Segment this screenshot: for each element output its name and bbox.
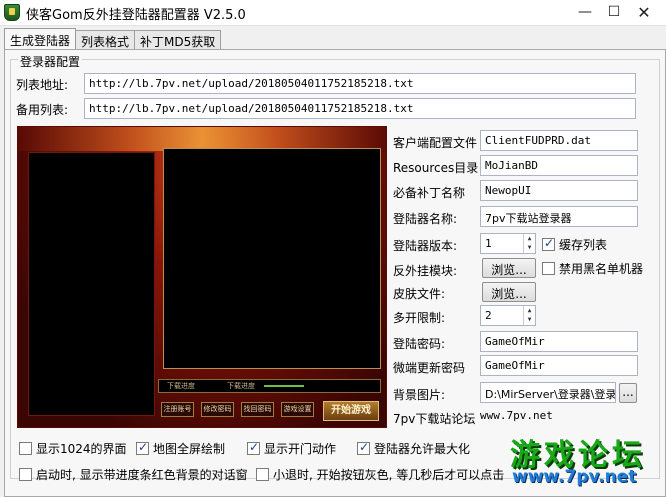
cache-list-check-icon (542, 236, 555, 251)
forum-label: 7pv下载站论坛 (393, 412, 476, 426)
list-url-input[interactable]: http://lb.7pv.net/upload/201805040117521… (84, 73, 636, 94)
cache-list-checkbox[interactable]: 缓存列表 (542, 236, 607, 253)
preview-settings-button[interactable]: 游戏设置 (281, 402, 314, 417)
tab-list-format[interactable]: 列表格式 (75, 30, 136, 49)
option-label: 显示1024的界面 (36, 442, 127, 456)
checkbox-icon (256, 468, 269, 481)
checkbox-icon (247, 440, 260, 455)
option-1024-checkbox[interactable]: 显示1024的界面 (19, 440, 127, 457)
checkbox-icon (19, 468, 32, 481)
list-url-label: 列表地址: (16, 78, 69, 92)
preview-recover-password-button[interactable]: 找回密码 (241, 402, 274, 417)
group-title: 登录器配置 (18, 53, 83, 70)
window-title: 侠客Gom反外挂登陆器配置器 V2.5.0 (26, 8, 246, 23)
tab-generate-launcher[interactable]: 生成登陆器 (4, 28, 77, 49)
option-label: 小退时, 开始按钮灰色, 等几秒后才可以点击 (273, 468, 505, 482)
patch-name-input[interactable]: NewopUI (480, 180, 638, 201)
preview-start-game-button[interactable]: 开始游戏 (323, 401, 379, 421)
preview-progress-bar (264, 385, 304, 387)
skin-browse-button[interactable]: 浏览... (482, 282, 536, 302)
checkbox-icon (136, 440, 149, 455)
micro-update-password-label: 微端更新密码 (393, 361, 466, 375)
option-label: 显示开门动作 (264, 442, 337, 456)
backup-list-input[interactable]: http://lb.7pv.net/upload/201805040117521… (84, 98, 636, 119)
checkbox-icon (357, 440, 370, 455)
blacklist-check-icon (542, 262, 555, 275)
preview-change-password-button[interactable]: 修改密码 (201, 402, 234, 417)
version-label: 登陆器版本: (393, 239, 458, 253)
option-door-action-checkbox[interactable]: 显示开门动作 (247, 440, 336, 457)
option-label: 启动时, 显示带进度条红色背景的对话窗 (36, 468, 248, 482)
preview-web-pane (163, 148, 381, 369)
preview-progress-label-2: 下载进度 (227, 382, 255, 390)
client-config-input[interactable]: ClientFUDPRD.dat (480, 130, 638, 151)
launcher-name-input[interactable]: 7pv下载站登录器 (480, 206, 638, 227)
option-allow-maximize-checkbox[interactable]: 登陆器允许最大化 (357, 440, 470, 457)
launcher-preview: 下载进度 下载进度 注册账号 修改密码 找回密码 游戏设置 开始游戏 (17, 126, 387, 428)
background-image-input[interactable]: D:\MirServer\登录器\登录 (480, 382, 616, 403)
login-password-input[interactable]: GameOfMir (480, 331, 638, 352)
resources-label: Resources目录 (393, 161, 479, 175)
preview-left-pane (28, 152, 155, 416)
tab-patch-md5[interactable]: 补丁MD5获取 (134, 30, 222, 49)
patch-name-label: 必备补丁名称 (393, 186, 466, 200)
blacklist-checkbox[interactable]: 禁用黑名单机器 (542, 260, 643, 277)
preview-progress: 下载进度 下载进度 (158, 379, 381, 393)
multi-limit-spinner[interactable]: 2 ▲ ▼ (480, 305, 536, 326)
app-shield-icon (4, 4, 20, 21)
anticheat-browse-button[interactable]: 浏览... (482, 258, 536, 278)
title-bar: 侠客Gom反外挂登陆器配置器 V2.5.0 — ☐ ✕ (0, 0, 666, 26)
client-config-label: 客户端配置文件 (393, 136, 478, 150)
background-browse-button[interactable]: ... (619, 383, 637, 403)
preview-register-button[interactable]: 注册账号 (161, 402, 194, 417)
resources-input[interactable]: MoJianBD (480, 155, 638, 176)
cache-list-label: 缓存列表 (559, 238, 608, 252)
micro-update-password-input[interactable]: GameOfMir (480, 355, 638, 376)
watermark-url: www.7pv.net (512, 467, 637, 487)
version-spinner[interactable]: 1 ▲ ▼ (480, 233, 536, 254)
launcher-name-label: 登陆器名称: (393, 212, 458, 226)
checkbox-icon (19, 442, 32, 455)
preview-progress-label: 下载进度 (167, 382, 195, 390)
multi-limit-label: 多开限制: (393, 311, 446, 325)
skin-file-label: 皮肤文件: (393, 287, 446, 301)
close-button[interactable]: ✕ (622, 0, 666, 24)
site-watermark: 游戏论坛 www.7pv.net (506, 428, 666, 497)
option-label: 登陆器允许最大化 (374, 442, 471, 456)
anticheat-label: 反外挂模块: (393, 264, 458, 278)
option-soft-exit-checkbox[interactable]: 小退时, 开始按钮灰色, 等几秒后才可以点击 (256, 466, 504, 483)
spinner-arrows-icon[interactable]: ▲ ▼ (523, 306, 535, 325)
version-value: 1 (485, 237, 492, 250)
login-password-label: 登陆密码: (393, 337, 446, 351)
spinner-arrows-icon[interactable]: ▲ ▼ (523, 234, 535, 253)
backup-list-label: 备用列表: (16, 103, 69, 117)
multi-limit-value: 2 (485, 309, 492, 322)
option-label: 地图全屏绘制 (153, 442, 226, 456)
forum-input[interactable]: www.7pv.net (476, 406, 638, 427)
blacklist-label: 禁用黑名单机器 (559, 262, 644, 276)
option-startup-dialog-checkbox[interactable]: 启动时, 显示带进度条红色背景的对话窗 (19, 466, 248, 483)
background-image-label: 背景图片: (393, 388, 446, 402)
option-fullscreen-map-checkbox[interactable]: 地图全屏绘制 (136, 440, 225, 457)
tab-strip: 生成登陆器 列表格式 补丁MD5获取 (4, 28, 222, 50)
